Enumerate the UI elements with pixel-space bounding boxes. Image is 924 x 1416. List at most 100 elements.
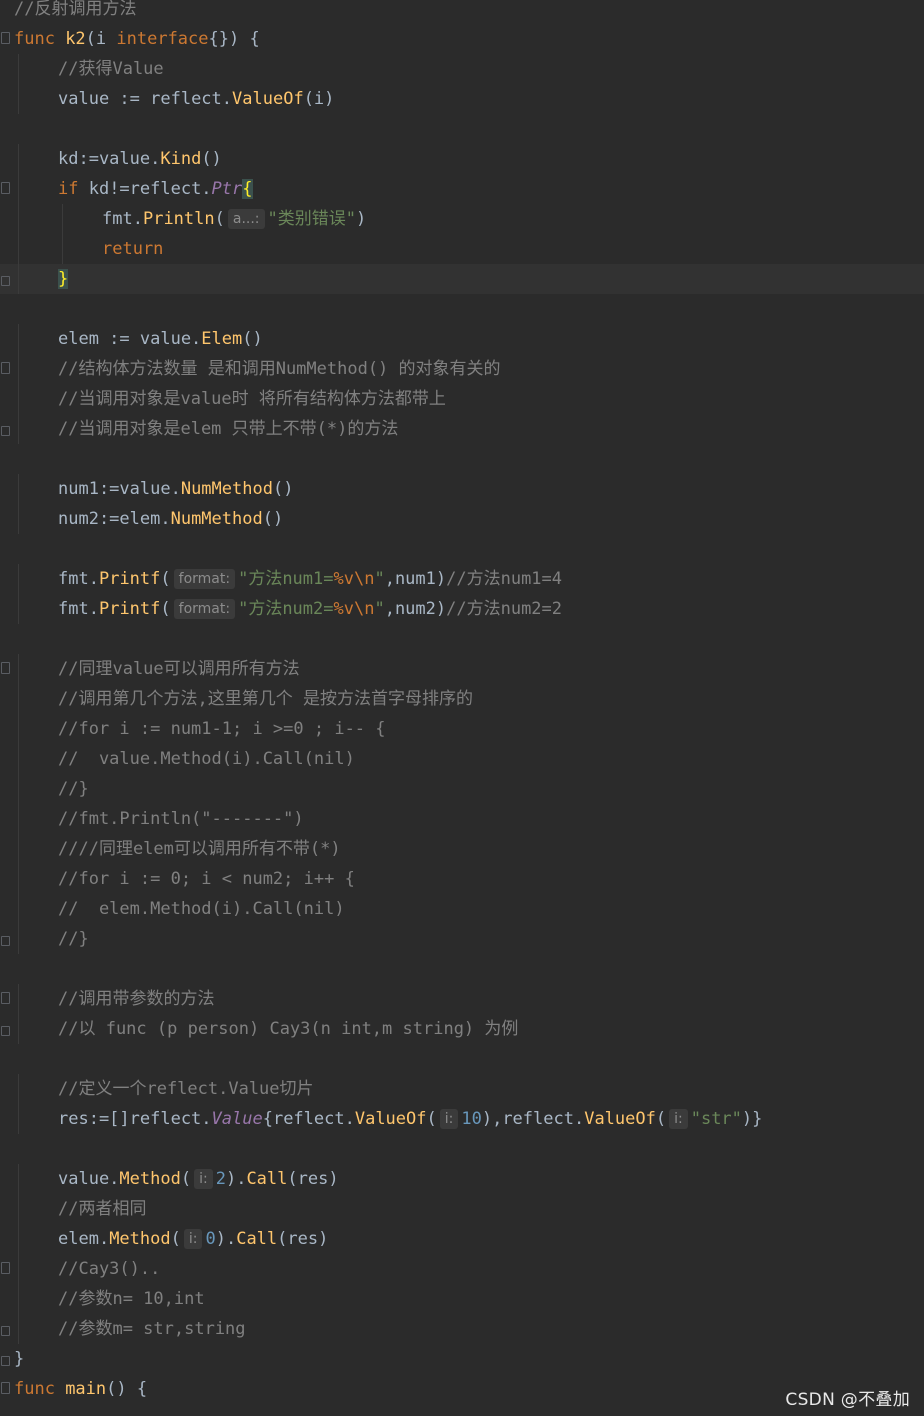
code-line[interactable] xyxy=(0,444,924,474)
fold-end-icon[interactable] xyxy=(1,1356,10,1366)
code-line[interactable]: //以 func (p person) Cay3(n int,m string)… xyxy=(0,1014,924,1044)
code-text: num2:=elem.NumMethod() xyxy=(58,504,283,534)
code-line[interactable]: //两者相同 xyxy=(0,1194,924,1224)
code-line[interactable] xyxy=(0,954,924,984)
fold-end-icon[interactable] xyxy=(1,1326,10,1336)
code-token: %v\n xyxy=(333,569,375,589)
code-token: //调用带参数的方法 xyxy=(58,989,215,1009)
code-token: Value xyxy=(211,1109,263,1129)
fold-start-icon[interactable] xyxy=(1,32,10,44)
code-token: 0 xyxy=(205,1229,216,1249)
code-token: Printf xyxy=(98,599,161,619)
code-token: num1:=value. xyxy=(58,479,181,499)
code-line[interactable]: //结构体方法数量 是和调用NumMethod() 的对象有关的 xyxy=(0,354,924,384)
indent-guide xyxy=(18,1194,19,1224)
indent-guide xyxy=(18,984,19,1014)
code-line[interactable]: kd:=value.Kind() xyxy=(0,144,924,174)
code-line[interactable]: res:=[]reflect.Value{reflect.ValueOf(i: 1… xyxy=(0,1104,924,1134)
code-line[interactable]: //参数m= str,string xyxy=(0,1314,924,1344)
code-token: ,num1) xyxy=(384,569,447,589)
code-line[interactable]: } xyxy=(0,264,924,294)
indent-guide xyxy=(18,714,19,744)
code-line[interactable]: fmt.Printf(format: "方法num1=%v\n",num1)//方… xyxy=(0,564,924,594)
code-line[interactable]: num1:=value.NumMethod() xyxy=(0,474,924,504)
code-token: func xyxy=(14,1379,66,1399)
code-token: return xyxy=(102,239,164,259)
code-text: //定义一个reflect.Value切片 xyxy=(58,1074,314,1104)
fold-start-icon[interactable] xyxy=(1,992,10,1004)
code-token: kd:=value. xyxy=(58,149,161,169)
fold-start-icon[interactable] xyxy=(1,1382,10,1394)
code-text: value := reflect.ValueOf(i) xyxy=(58,84,334,114)
fold-start-icon[interactable] xyxy=(1,1262,10,1274)
code-line[interactable] xyxy=(0,294,924,324)
code-line[interactable]: // value.Method(i).Call(nil) xyxy=(0,744,924,774)
code-line[interactable]: fmt.Println(a...: "类别错误") xyxy=(0,204,924,234)
code-token: () xyxy=(272,479,294,499)
code-line[interactable] xyxy=(0,534,924,564)
fold-end-icon[interactable] xyxy=(1,936,10,946)
code-line[interactable] xyxy=(0,1134,924,1164)
code-line[interactable]: value.Method(i: 2).Call(res) xyxy=(0,1164,924,1194)
code-line[interactable]: //同理value可以调用所有方法 xyxy=(0,654,924,684)
code-token: //} xyxy=(58,929,89,949)
code-line[interactable]: //获得Value xyxy=(0,54,924,84)
parameter-hint: a...: xyxy=(227,209,265,229)
code-line[interactable]: func k2(i interface{}) { xyxy=(0,24,924,54)
code-line[interactable]: value := reflect.ValueOf(i) xyxy=(0,84,924,114)
code-line[interactable]: } xyxy=(0,1344,924,1374)
parameter-hint: format: xyxy=(173,599,236,619)
code-line[interactable]: //调用带参数的方法 xyxy=(0,984,924,1014)
code-line[interactable]: elem := value.Elem() xyxy=(0,324,924,354)
code-token: NumMethod xyxy=(180,479,273,499)
code-line[interactable]: ////同理elem可以调用所有不带(*) xyxy=(0,834,924,864)
code-token: //} xyxy=(58,779,89,799)
code-token: . xyxy=(132,209,143,229)
code-line[interactable]: //参数n= 10,int xyxy=(0,1284,924,1314)
code-line[interactable] xyxy=(0,1044,924,1074)
code-token: Call xyxy=(236,1229,278,1249)
code-text: //两者相同 xyxy=(58,1194,146,1224)
fold-start-icon[interactable] xyxy=(1,662,10,674)
code-token: {reflect. xyxy=(262,1109,355,1129)
code-line[interactable]: //} xyxy=(0,774,924,804)
code-token: num2:=elem. xyxy=(58,509,171,529)
fold-end-icon[interactable] xyxy=(1,1026,10,1036)
code-line[interactable]: if kd!=reflect.Ptr{ xyxy=(0,174,924,204)
code-line[interactable]: // elem.Method(i).Call(nil) xyxy=(0,894,924,924)
code-token: ,num2) xyxy=(384,599,447,619)
code-token: //方法num1=4 xyxy=(446,569,563,589)
code-line[interactable]: fmt.Printf(format: "方法num2=%v\n",num2)//方… xyxy=(0,594,924,624)
code-line[interactable] xyxy=(0,114,924,144)
code-text: //} xyxy=(58,774,89,804)
code-line[interactable]: elem.Method(i: 0).Call(res) xyxy=(0,1224,924,1254)
fold-end-icon[interactable] xyxy=(1,276,10,286)
code-line[interactable]: //定义一个reflect.Value切片 xyxy=(0,1074,924,1104)
code-token: ),reflect. xyxy=(481,1109,585,1129)
code-line[interactable]: return xyxy=(0,234,924,264)
code-line[interactable]: //反射调用方法 xyxy=(0,0,924,24)
code-token: interface xyxy=(116,29,209,49)
code-line[interactable]: //for i := num1-1; i >=0 ; i-- { xyxy=(0,714,924,744)
code-token: value := xyxy=(58,89,151,109)
code-line[interactable]: num2:=elem.NumMethod() xyxy=(0,504,924,534)
code-line[interactable]: //Cay3().. xyxy=(0,1254,924,1284)
code-token: "类别错误" xyxy=(267,209,357,229)
code-line[interactable]: //当调用对象是elem 只带上不带(*)的方法 xyxy=(0,414,924,444)
code-line[interactable]: //当调用对象是value时 将所有结构体方法都带上 xyxy=(0,384,924,414)
code-line[interactable]: //} xyxy=(0,924,924,954)
code-token: //调用第几个方法,这里第几个 是按方法首字母排序的 xyxy=(58,689,473,709)
code-text: } xyxy=(14,1344,24,1374)
fold-start-icon[interactable] xyxy=(1,182,10,194)
code-line[interactable] xyxy=(0,624,924,654)
indent-guide xyxy=(18,864,19,894)
fold-end-icon[interactable] xyxy=(1,426,10,436)
code-token: "方法num1= xyxy=(238,569,334,589)
code-line[interactable]: //fmt.Println("-------") xyxy=(0,804,924,834)
code-token: " xyxy=(374,569,385,589)
code-editor[interactable]: //反射调用方法 func k2(i interface{}) {//获得Valu… xyxy=(0,0,924,1416)
code-line[interactable]: //调用第几个方法,这里第几个 是按方法首字母排序的 xyxy=(0,684,924,714)
code-line[interactable]: //for i := 0; i < num2; i++ { xyxy=(0,864,924,894)
code-token: ( xyxy=(170,1229,181,1249)
fold-start-icon[interactable] xyxy=(1,362,10,374)
